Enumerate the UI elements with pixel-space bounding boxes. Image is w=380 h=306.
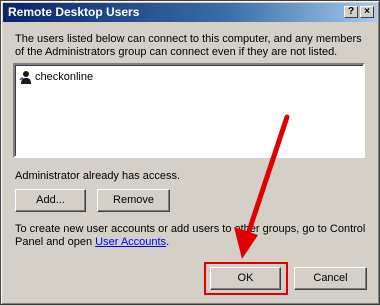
annotation-arrow-icon [234, 114, 290, 259]
remote-desktop-users-dialog: Remote Desktop Users ? × The users liste… [0, 0, 380, 305]
